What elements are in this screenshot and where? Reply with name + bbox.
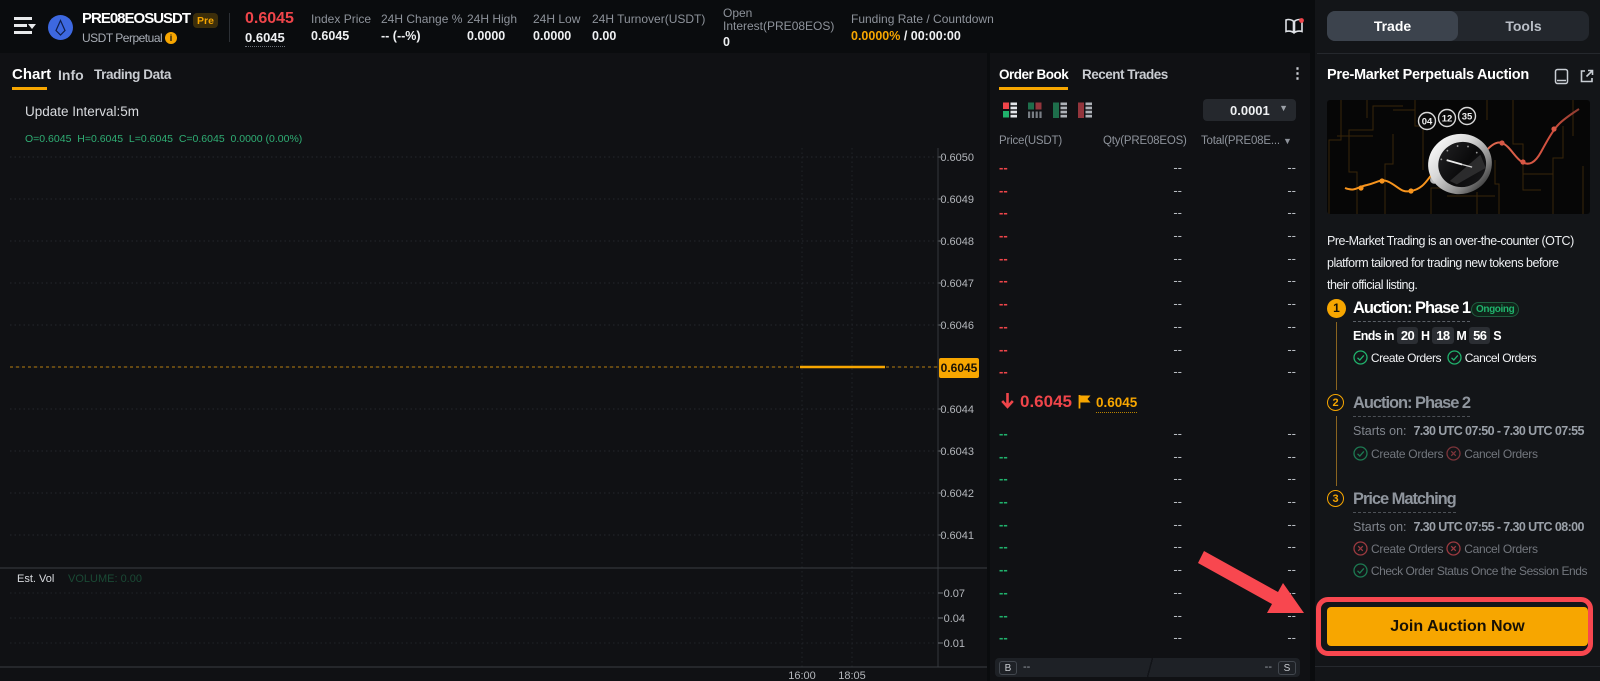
svg-text:0.01: 0.01	[944, 638, 965, 650]
svg-text:35: 35	[1462, 112, 1473, 123]
svg-text:0.6050: 0.6050	[940, 152, 974, 164]
svg-text:Est. Vol: Est. Vol	[17, 573, 54, 585]
svg-text:0.6047: 0.6047	[940, 278, 974, 290]
svg-text:0.6043: 0.6043	[940, 446, 974, 458]
svg-text:18:05: 18:05	[838, 670, 866, 681]
svg-text:0.6042: 0.6042	[940, 488, 974, 500]
svg-text:0.6045: 0.6045	[941, 361, 978, 375]
svg-text:0.6046: 0.6046	[940, 320, 974, 332]
svg-text:0.07: 0.07	[944, 588, 965, 600]
svg-text:12: 12	[1442, 114, 1453, 125]
svg-text:16:00: 16:00	[788, 670, 816, 681]
svg-text:0.6044: 0.6044	[940, 404, 974, 416]
svg-text:VOLUME: 0.00: VOLUME: 0.00	[68, 573, 142, 585]
svg-text:0.6048: 0.6048	[940, 236, 974, 248]
svg-text:0.6041: 0.6041	[940, 530, 974, 542]
svg-text:04: 04	[1422, 117, 1433, 128]
svg-text:0.6049: 0.6049	[940, 194, 974, 206]
svg-text:0.04: 0.04	[944, 613, 965, 625]
